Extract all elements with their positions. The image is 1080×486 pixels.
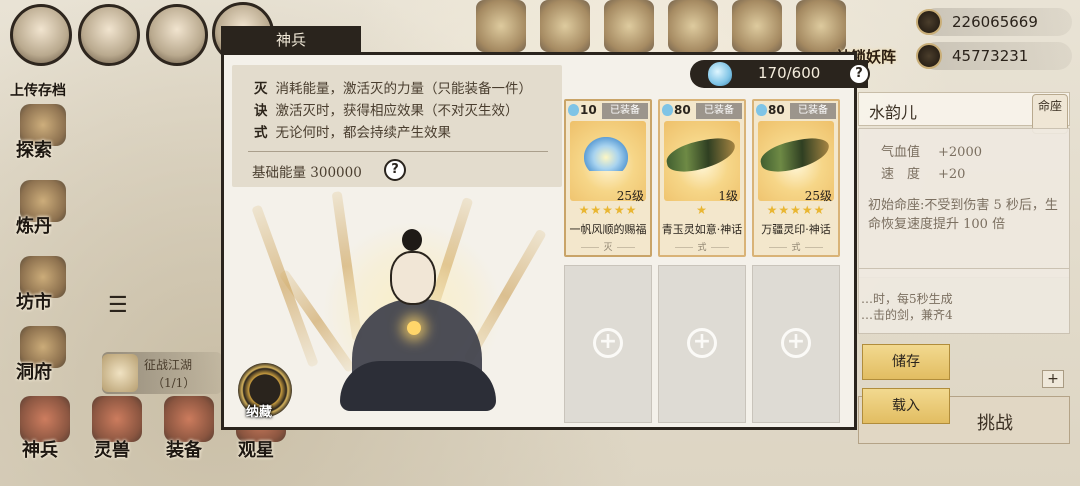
card-type: 灭 (566, 240, 650, 253)
rule-line: 诀激活灭时，获得相应效果（不对灭生效） (254, 103, 519, 119)
empty-slot[interactable]: + (752, 265, 840, 423)
card-name: 万疆灵印·神话 (761, 223, 831, 236)
card-stars: ★ (696, 203, 708, 217)
avatar[interactable] (10, 4, 72, 66)
skill-desc: …时，每5秒生成 …击的剑，兼齐4 (858, 268, 1070, 334)
load-button[interactable]: 载入 (862, 388, 950, 424)
add-icon: + (781, 328, 811, 358)
energy-drop-icon (708, 62, 732, 86)
energy-cost: 10 (568, 103, 597, 117)
menu-icon[interactable] (476, 0, 526, 52)
menu-icon[interactable] (604, 0, 654, 52)
menu-icon[interactable] (732, 0, 782, 52)
avatar[interactable] (78, 4, 140, 66)
bottom-item-beast[interactable]: 灵兽 (88, 396, 146, 480)
upload-save-label[interactable]: 上传存档 (10, 80, 66, 100)
energy-help-icon[interactable]: ? (848, 63, 870, 85)
stat-hp: 气血值 +2000 (881, 145, 982, 160)
card-level: 25级 (804, 189, 832, 203)
stat-speed: 速 度 +20 (881, 167, 966, 182)
divider (248, 151, 548, 152)
weapon-card[interactable]: 10 已装备 25级 ★★★★★ 一帆风顺的赐福 灭 (564, 99, 652, 257)
bottom-label: 装备 (166, 440, 202, 461)
rule-line: 式无论何时，都会持续产生效果 (254, 125, 451, 141)
hamburger-icon[interactable]: ☰ (108, 293, 128, 318)
floating-sword (251, 204, 319, 368)
bottom-item-weapon[interactable]: 神兵 (16, 396, 74, 480)
empty-slot[interactable]: + (658, 265, 746, 423)
menu-icon[interactable] (540, 0, 590, 52)
menu-label: 洞府 (16, 362, 52, 383)
quest-progress: （1/1） (152, 376, 196, 390)
weapon-card[interactable]: 80 已装备 1级 ★ 青玉灵如意·神话 式 (658, 99, 746, 257)
lotus-icon (584, 137, 628, 171)
hero-hair (402, 229, 422, 251)
card-stars: ★★★★★ (766, 203, 826, 217)
card-type: 式 (660, 240, 744, 253)
card-stars: ★★★★★ (578, 203, 638, 217)
save-button[interactable]: 储存 (862, 344, 950, 380)
menu-label: 炼丹 (16, 216, 52, 237)
card-level: 1级 (718, 189, 738, 203)
gold-value: 226065669 (952, 13, 1038, 31)
menu-cave[interactable]: 洞府 (10, 326, 76, 384)
nacang-button[interactable]: 纳藏 (236, 363, 294, 421)
energy-drop-icon (756, 104, 767, 116)
card-type: 式 (754, 240, 838, 253)
gold-currency: 226065669 (916, 8, 1072, 36)
empty-slot[interactable]: + (564, 265, 652, 423)
weapon-grid: 10 已装备 25级 ★★★★★ 一帆风顺的赐福 灭 80 已装备 1级 ★ 青… (562, 97, 852, 427)
menu-label: 探索 (16, 140, 52, 161)
scroll-icon (102, 354, 138, 392)
menu-icon[interactable] (796, 0, 846, 52)
menu-label: 坊市 (16, 292, 52, 313)
equipped-tag: 已装备 (602, 103, 648, 119)
menu-explore[interactable]: 探索 (10, 104, 76, 162)
jade-icon (916, 43, 942, 69)
rules-box: 灭消耗能量，激活灭的力量（只能装备一件） 诀激活灭时，获得相应效果（不对灭生效）… (232, 65, 562, 187)
equipped-tag: 已装备 (696, 103, 742, 119)
add-icon: + (593, 328, 623, 358)
weapon-card[interactable]: 80 已装备 25级 ★★★★★ 万疆灵印·神话 式 (752, 99, 840, 257)
jade-currency: 45773231 (916, 42, 1072, 70)
quest-tracker[interactable]: 征战江湖 （1/1） (102, 352, 222, 394)
bottom-label: 灵兽 (94, 440, 130, 461)
menu-icon[interactable] (668, 0, 718, 52)
hero-legs (340, 361, 496, 411)
menu-alchemy[interactable]: 炼丹 (10, 180, 76, 238)
hero-illustration: 纳藏 (232, 191, 562, 423)
weapon-popup: 灭消耗能量，激活灭的力量（只能装备一件） 诀激活灭时，获得相应效果（不对灭生效）… (221, 52, 857, 430)
add-icon: + (687, 328, 717, 358)
rule-line: 灭消耗能量，激活灭的力量（只能装备一件） (254, 81, 532, 97)
quest-title: 征战江湖 (144, 358, 193, 372)
base-energy: 基础能量 300000 (252, 165, 362, 181)
hero-head (390, 251, 436, 305)
jade-value: 45773231 (952, 47, 1029, 65)
coin-icon (916, 9, 942, 35)
energy-drop-icon (568, 104, 579, 116)
equipped-tag: 已装备 (790, 103, 836, 119)
bottom-label: 观星 (238, 440, 274, 461)
energy-drop-icon (662, 104, 673, 116)
card-name: 一帆风顺的赐福 (569, 223, 647, 236)
card-name: 青玉灵如意·神话 (661, 223, 743, 236)
bottom-item-equipment[interactable]: 装备 (160, 396, 218, 480)
energy-cost: 80 (756, 103, 785, 117)
nacang-label: 纳藏 (246, 405, 273, 420)
constellation-desc: 初始命座:不受到伤害 5 秒后，生命恢复速度提升 100 倍 (868, 198, 1058, 232)
help-icon[interactable]: ? (384, 159, 406, 181)
plus-button[interactable]: + (1042, 370, 1064, 388)
energy-value: 170/600 (758, 64, 821, 82)
bottom-label: 神兵 (22, 440, 58, 461)
avatar[interactable] (146, 4, 208, 66)
energy-cost: 80 (662, 103, 691, 117)
card-level: 25级 (616, 189, 644, 203)
menu-market[interactable]: 坊市 (10, 256, 76, 314)
energy-counter: 170/600 (690, 60, 868, 88)
glow-orb (407, 321, 421, 335)
